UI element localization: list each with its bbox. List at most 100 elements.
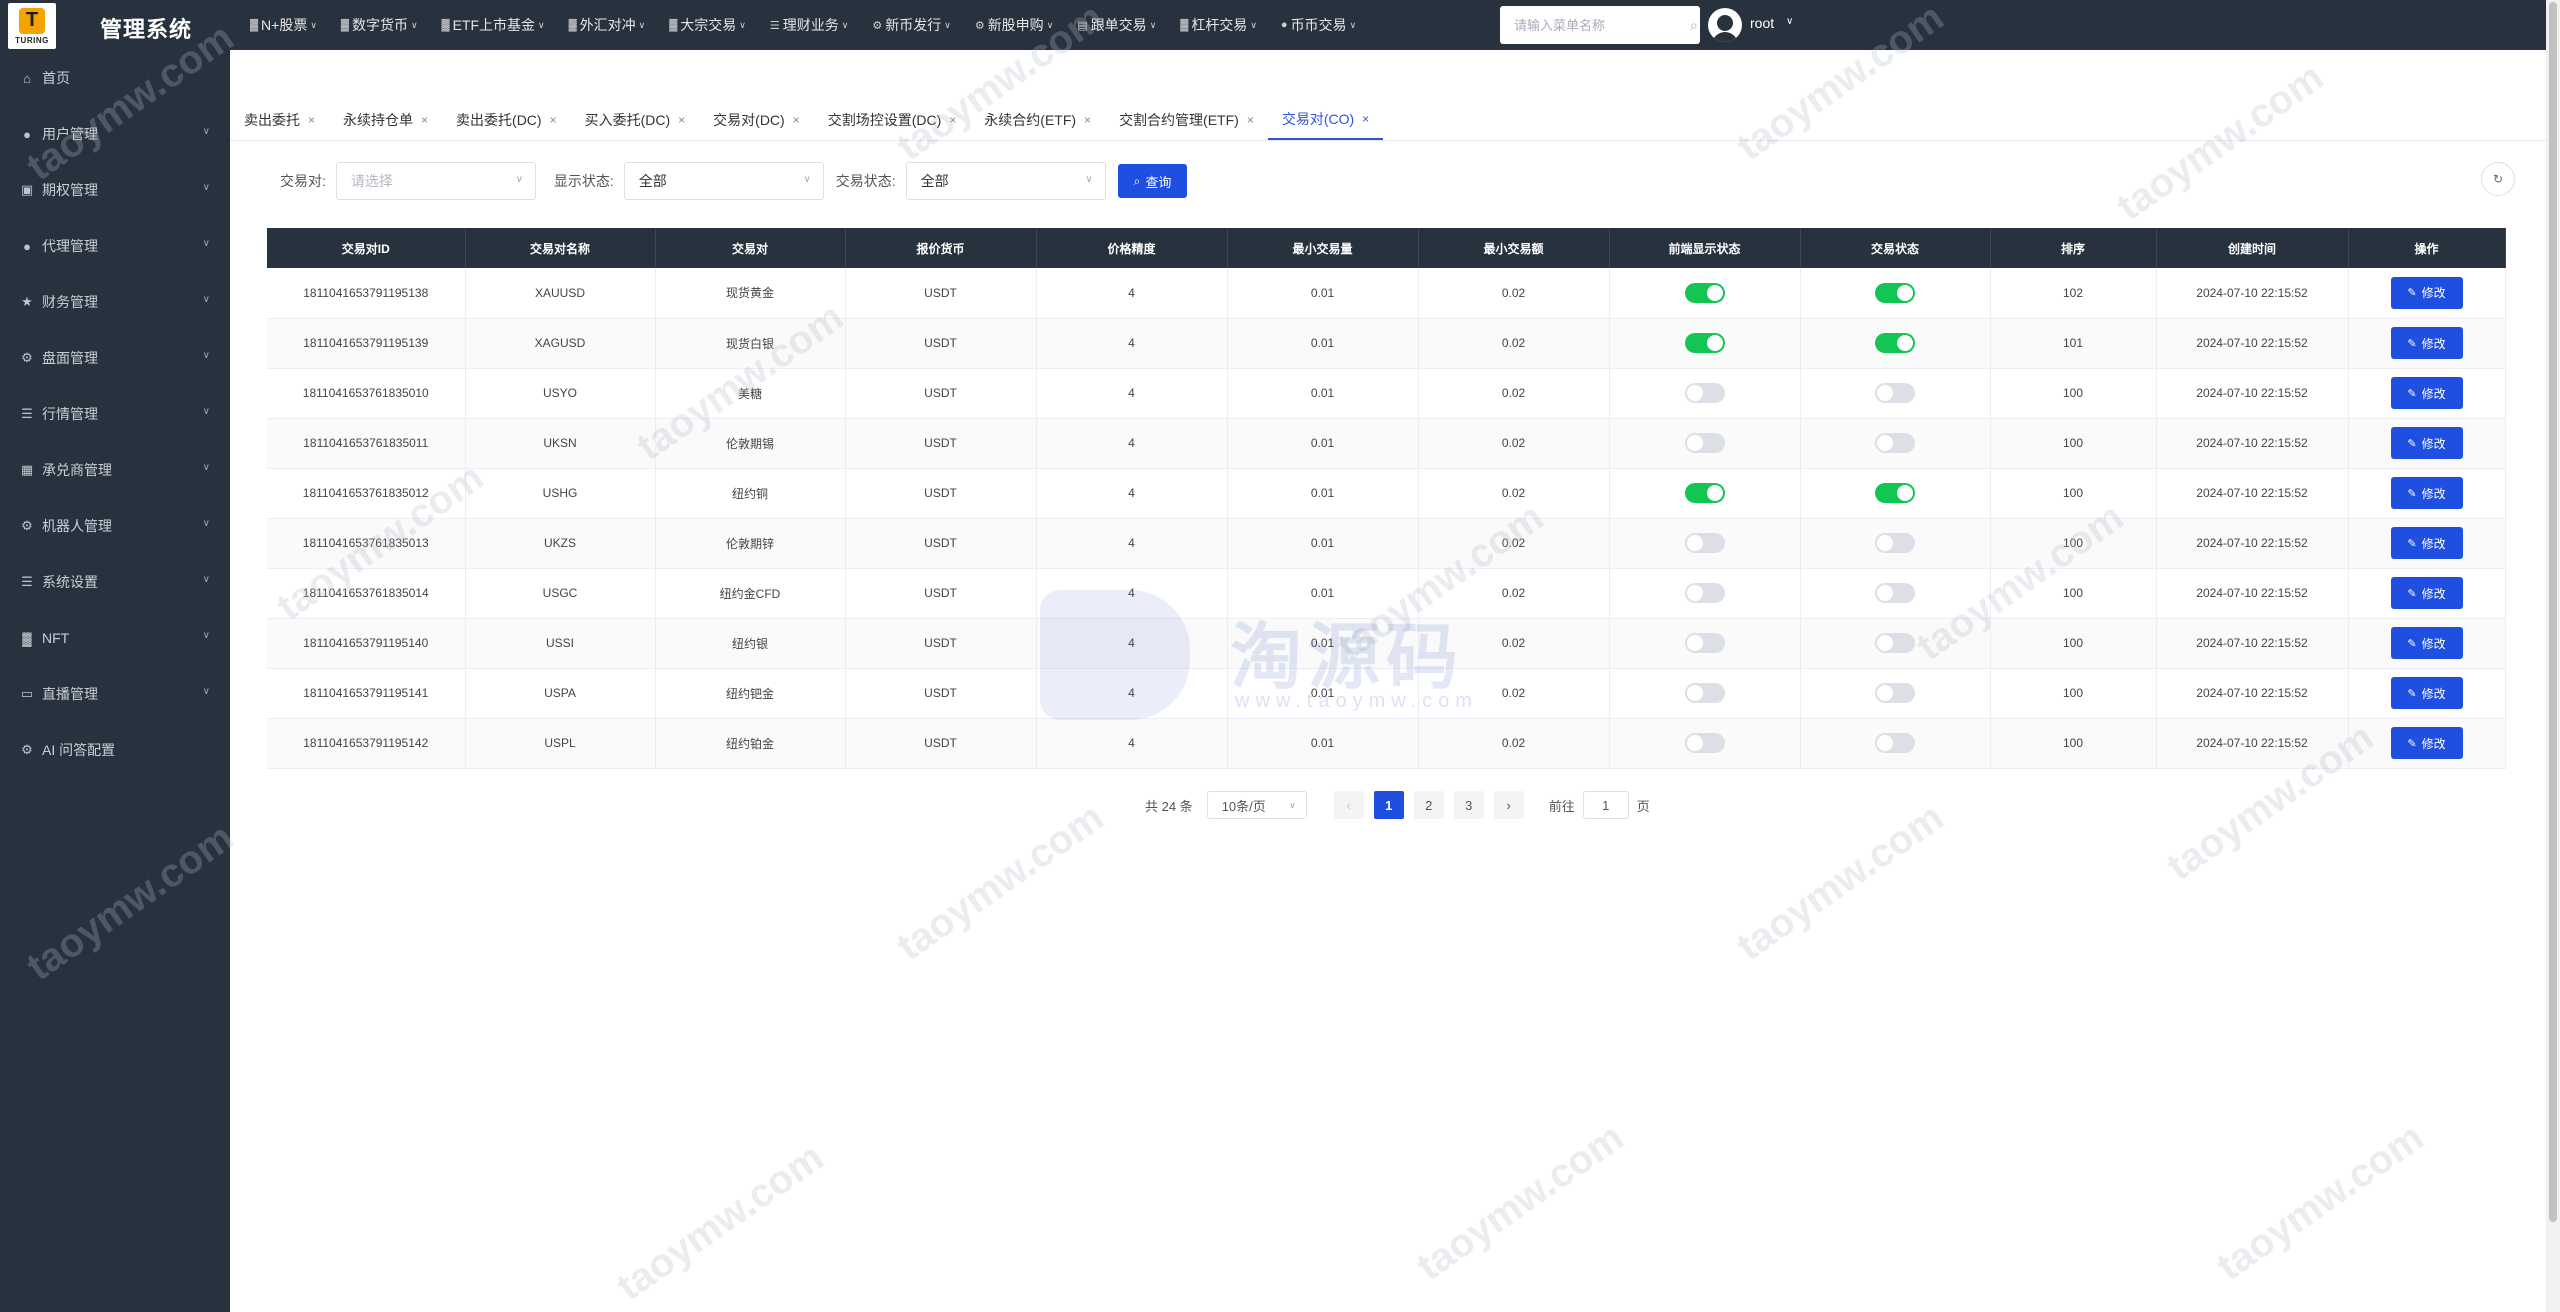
user-name[interactable]: root: [1750, 15, 1774, 31]
cell-display-status: [1609, 318, 1801, 369]
switch-knob: [1686, 635, 1703, 651]
display-status-switch[interactable]: [1684, 383, 1725, 403]
cell-display-status: [1609, 468, 1801, 519]
edit-button[interactable]: ✎ 修改: [2390, 477, 2463, 509]
display-status-switch[interactable]: [1684, 483, 1725, 503]
close-icon[interactable]: ×: [678, 113, 685, 127]
top-nav-item[interactable]: ▓ 杠杆交易 ∨: [1180, 15, 1271, 35]
edit-button[interactable]: ✎ 修改: [2390, 527, 2463, 559]
display-status-select[interactable]: 全部 ∨: [623, 162, 824, 200]
sidebar-item[interactable]: ● 代理管理 ∨: [0, 218, 230, 274]
display-status-switch[interactable]: [1684, 683, 1725, 703]
top-nav-item[interactable]: ▤ 跟单交易 ∨: [1077, 15, 1170, 35]
top-nav-item[interactable]: ● 币币交易 ∨: [1281, 15, 1370, 35]
trade-status-switch[interactable]: [1875, 533, 1915, 553]
sidebar-item[interactable]: ★ 财务管理 ∨: [0, 274, 230, 330]
pair-select[interactable]: 请选择 ∨: [335, 162, 536, 200]
edit-button[interactable]: ✎ 修改: [2390, 377, 2463, 409]
tab-item[interactable]: 交易对(CO) ×: [1267, 100, 1384, 140]
close-icon[interactable]: ×: [1362, 112, 1369, 126]
close-icon[interactable]: ×: [421, 113, 428, 127]
page-scrollbar[interactable]: [2546, 0, 2560, 1312]
trade-status-switch[interactable]: [1875, 633, 1915, 653]
sidebar-item[interactable]: ▣ 期权管理 ∨: [0, 162, 230, 218]
edit-button[interactable]: ✎ 修改: [2390, 427, 2463, 459]
search-icon[interactable]: ⌕: [1690, 17, 1698, 34]
close-icon[interactable]: ×: [1084, 113, 1091, 127]
display-status-switch[interactable]: [1684, 433, 1725, 453]
scrollbar-thumb[interactable]: [2549, 2, 2557, 1222]
top-nav-item[interactable]: ▓ 外汇对冲 ∨: [569, 15, 660, 35]
trade-status-switch[interactable]: [1875, 433, 1915, 453]
display-status-switch[interactable]: [1684, 633, 1725, 653]
page-number-button[interactable]: 3: [1453, 791, 1484, 819]
tab-item[interactable]: 永续持仓单 ×: [329, 100, 442, 140]
sidebar-item[interactable]: ▭ 直播管理 ∨: [0, 666, 230, 722]
page-number-button[interactable]: 1: [1373, 791, 1404, 819]
tab-item[interactable]: 卖出委托(DC) ×: [442, 100, 571, 140]
edit-button[interactable]: ✎ 修改: [2390, 577, 2463, 609]
app-logo[interactable]: T TURING: [8, 3, 56, 49]
edit-button[interactable]: ✎ 修改: [2390, 727, 2463, 759]
top-nav-item[interactable]: ▓ 数字货币 ∨: [341, 15, 432, 35]
edit-button[interactable]: ✎ 修改: [2390, 627, 2463, 659]
edit-button[interactable]: ✎ 修改: [2390, 276, 2463, 309]
close-icon[interactable]: ×: [949, 113, 956, 127]
sidebar-item[interactable]: ☰ 行情管理 ∨: [0, 386, 230, 442]
cell-actions: ✎ 修改: [2348, 268, 2506, 319]
tab-item[interactable]: 永续合约(ETF) ×: [970, 100, 1105, 140]
display-status-switch[interactable]: [1684, 733, 1725, 753]
sidebar-item[interactable]: ● 用户管理 ∨: [0, 106, 230, 162]
user-avatar[interactable]: [1708, 8, 1742, 42]
display-status-switch[interactable]: [1684, 282, 1725, 303]
trade-status-switch[interactable]: [1875, 683, 1915, 703]
next-page-button[interactable]: ›: [1493, 791, 1524, 819]
trade-status-select[interactable]: 全部 ∨: [905, 162, 1106, 200]
tab-item[interactable]: 卖出委托 ×: [230, 100, 329, 140]
trade-status-switch[interactable]: [1875, 282, 1915, 303]
trade-status-switch[interactable]: [1875, 483, 1915, 503]
page-number-button[interactable]: 2: [1413, 791, 1444, 819]
menu-search-input[interactable]: [1514, 17, 1690, 33]
top-nav-item[interactable]: ⚙ 新股申购 ∨: [975, 15, 1067, 35]
edit-button[interactable]: ✎ 修改: [2390, 677, 2463, 709]
sidebar-item[interactable]: ⚙ 机器人管理 ∨: [0, 498, 230, 554]
display-status-switch[interactable]: [1684, 333, 1725, 353]
sidebar-item[interactable]: ▓ NFT ∨: [0, 610, 230, 666]
sidebar-item[interactable]: ⚙ 盘面管理 ∨: [0, 330, 230, 386]
trade-status-switch[interactable]: [1875, 583, 1915, 603]
display-status-switch[interactable]: [1684, 583, 1725, 603]
trade-status-switch[interactable]: [1875, 333, 1915, 353]
edit-icon: ✎: [2407, 537, 2417, 550]
menu-search[interactable]: ⌕: [1500, 6, 1700, 44]
trade-status-switch[interactable]: [1875, 383, 1915, 403]
close-icon[interactable]: ×: [1247, 113, 1254, 127]
prev-page-button[interactable]: ‹: [1333, 791, 1364, 819]
chevron-down-icon[interactable]: ∨: [1786, 16, 1793, 27]
tab-item[interactable]: 交割场控设置(DC) ×: [814, 100, 971, 140]
sidebar-item[interactable]: ☰ 系统设置 ∨: [0, 554, 230, 610]
sidebar-item[interactable]: ⚙ AI 问答配置: [0, 722, 230, 778]
top-nav-item[interactable]: ▓ ETF上市基金 ∨: [442, 15, 559, 35]
close-icon[interactable]: ×: [793, 113, 800, 127]
page-size-select[interactable]: 10条/页 ∨: [1206, 791, 1307, 819]
top-nav-item[interactable]: ▓ N+股票 ∨: [250, 15, 331, 35]
column-header: 操作: [2348, 228, 2506, 268]
sidebar-item[interactable]: ▦ 承兑商管理 ∨: [0, 442, 230, 498]
sidebar-item[interactable]: ⌂ 首页: [0, 50, 230, 106]
tab-item[interactable]: 交割合约管理(ETF) ×: [1105, 100, 1268, 140]
close-icon[interactable]: ×: [550, 113, 557, 127]
trade-status-switch[interactable]: [1875, 733, 1915, 753]
goto-page-input[interactable]: 1: [1582, 791, 1629, 819]
tab-item[interactable]: 交易对(DC) ×: [699, 100, 814, 140]
query-button[interactable]: ⌕ 查询: [1117, 164, 1188, 198]
top-nav-item[interactable]: ⚙ 新币发行 ∨: [872, 15, 964, 35]
top-nav-item[interactable]: ▓ 大宗交易 ∨: [669, 15, 760, 35]
close-icon[interactable]: ×: [308, 113, 315, 127]
display-status-switch[interactable]: [1684, 533, 1725, 553]
edit-button[interactable]: ✎ 修改: [2390, 327, 2463, 359]
refresh-button[interactable]: ↻: [2481, 162, 2515, 196]
tab-item[interactable]: 买入委托(DC) ×: [571, 100, 700, 140]
cell-min-qty: 0.01: [1227, 268, 1419, 319]
top-nav-item[interactable]: ☰ 理财业务 ∨: [770, 15, 862, 35]
